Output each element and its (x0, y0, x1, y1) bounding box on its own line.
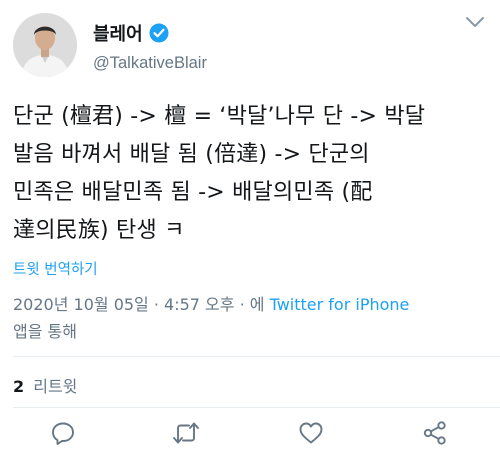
reply-icon[interactable] (50, 420, 78, 448)
avatar[interactable] (13, 13, 77, 77)
source-link[interactable]: Twitter for iPhone (270, 295, 410, 314)
user-avatar-icon (13, 13, 77, 77)
like-icon[interactable] (298, 420, 326, 448)
action-bar (0, 420, 500, 456)
tweet-meta: 2020년 10월 05일 · 4:57 오후 · 에 Twitter for … (13, 291, 409, 315)
divider (13, 356, 500, 357)
author-row[interactable]: 블레어 (93, 20, 169, 46)
tweet-text-line: 단군 (檀君) -> 檀 = ‘박달’나무 단 -> 박달 (13, 104, 426, 129)
verified-badge-icon (149, 23, 169, 43)
retweet-count[interactable]: 2 리트윗 (13, 373, 77, 397)
share-icon[interactable] (422, 420, 450, 448)
timestamp[interactable]: 2020년 10월 05일 · 4:57 오후 · (13, 295, 245, 314)
tweet-card: 블레어 @TalkativeBlair 단군 (檀君) -> 檀 = ‘박달’나… (0, 0, 500, 476)
translate-tweet-link[interactable]: 트윗 번역하기 (13, 258, 98, 279)
tweet-text-line: 발음 바껴서 배달 됨 (倍達) -> 단군의 (13, 142, 370, 167)
via-text: 에 (249, 295, 265, 314)
display-name[interactable]: 블레어 (93, 20, 143, 46)
divider (13, 407, 500, 408)
source-suffix: 앱을 통해 (13, 322, 77, 341)
tweet-text: 단군 (檀君) -> 檀 = ‘박달’나무 단 -> 박달 발음 바껴서 배달 … (13, 98, 491, 250)
retweet-icon[interactable] (172, 420, 200, 448)
retweet-number: 2 (13, 377, 25, 396)
tweet-text-line: 민족은 배달민족 됨 -> 배달의민족 (配 (13, 180, 373, 205)
author-handle[interactable]: @TalkativeBlair (93, 54, 207, 73)
more-options-icon[interactable] (464, 14, 486, 30)
tweet-text-line: 達의民族) 탄생 ㅋ (13, 218, 185, 243)
retweet-label: 리트윗 (33, 377, 78, 396)
